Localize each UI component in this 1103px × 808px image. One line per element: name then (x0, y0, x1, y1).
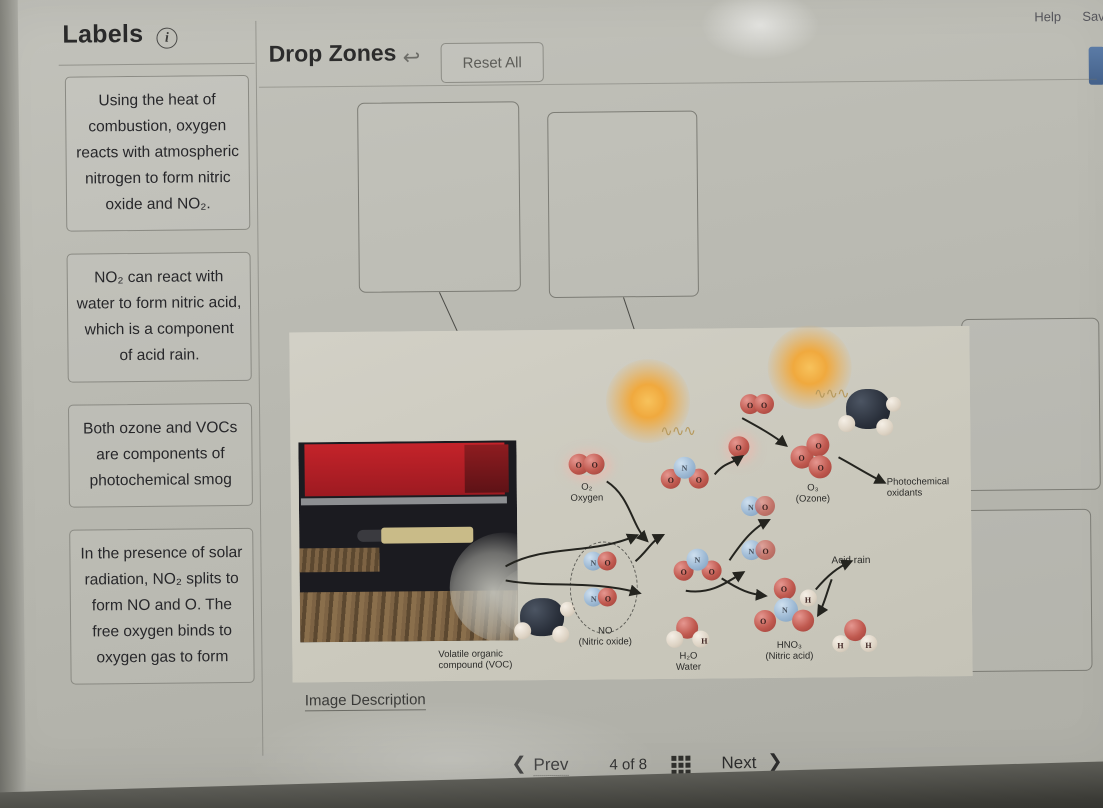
atom-symbol: O (695, 475, 703, 485)
undo-arrow-icon[interactable]: ↩ (403, 46, 427, 69)
atom-symbol: O (735, 443, 742, 453)
drop-zones-title: Drop Zones (268, 39, 397, 67)
atom-symbol: O (680, 567, 687, 577)
atom-symbol: O (667, 475, 675, 485)
molecule-label-voc: Volatile organic compound (VOC) (438, 648, 513, 672)
hydrogen-atom (552, 625, 570, 644)
diagram-figure: ∿∿∿ ∿∿∿ O O O₂ Oxygen O O N O O O O O O … (289, 325, 973, 683)
label-card[interactable]: In the presence of solar radiation, NO₂ … (69, 527, 255, 685)
atom-symbol: O (762, 546, 769, 556)
atom-symbol: O (798, 453, 805, 463)
page-total: 8 (638, 756, 648, 774)
molecule-label-o3: O₃ (Ozone) (795, 482, 831, 505)
atom-symbol: N (694, 555, 701, 565)
molecule-label-hno3: HNO₃ (Nitric acid) (765, 639, 814, 662)
atom-symbol: O (761, 502, 769, 512)
labels-list: Using the heat of combustion, oxygen rea… (59, 74, 262, 767)
help-link[interactable]: Help (1034, 9, 1061, 24)
atom-symbol: O (760, 400, 768, 410)
atom-symbol: O (760, 616, 767, 627)
molecule-label-no: NO (Nitric oxide) (578, 625, 632, 648)
page-current: 4 (609, 756, 618, 774)
radiation-squiggle-icon: ∿∿∿ (813, 385, 849, 403)
drop-zone-4[interactable] (963, 508, 1093, 673)
grid-menu-icon[interactable] (671, 755, 691, 775)
atom-symbol: N (781, 605, 788, 615)
hydrogen-atom (876, 418, 894, 436)
label-card[interactable]: Both ozone and VOCs are components of ph… (67, 402, 253, 508)
atom-symbol: O (708, 567, 715, 577)
save-link[interactable]: Sav (1082, 9, 1103, 24)
info-circle-icon[interactable]: i (156, 27, 178, 49)
atom-symbol: H (865, 640, 872, 650)
divider-dropzones (258, 78, 1097, 88)
label-card[interactable]: Using the heat of combustion, oxygen rea… (64, 74, 251, 232)
hydrogen-atom (514, 622, 532, 640)
page-counter: 4 of 8 (609, 756, 647, 773)
atom-symbol: H (701, 636, 708, 646)
atom-symbol: N (748, 547, 755, 557)
atom-symbol: O (746, 401, 754, 411)
label-card[interactable]: NO₂ can react with water to form nitric … (66, 251, 252, 383)
hydrogen-atom (838, 415, 856, 433)
molecule-label-o2: O₂ Oxygen (570, 481, 604, 504)
photographed-screen: Labels i Drop Zones ↩ Reset All Help Sav… (0, 0, 1103, 808)
drop-zone-3[interactable] (961, 317, 1101, 492)
atom-symbol: O (604, 558, 611, 568)
prev-button[interactable]: Prev (533, 754, 569, 777)
labels-pane-title: Labels (62, 19, 144, 49)
oxygen-atom (791, 609, 815, 632)
image-description-link[interactable]: Image Description (304, 691, 426, 712)
atom-symbol: H (837, 641, 844, 651)
hydrogen-atom (885, 396, 902, 412)
molecule-label-h2o: H₂O Water (675, 650, 702, 673)
atom-symbol: N (747, 503, 754, 513)
atom-symbol: O (780, 584, 788, 594)
label-acid-rain: Acid rain (831, 554, 871, 567)
atom-symbol: N (590, 558, 597, 568)
drop-zone-1[interactable] (357, 101, 521, 293)
atom-symbol: H (804, 595, 812, 605)
atom-symbol: O (817, 463, 824, 473)
label-photochemical-oxidants: Photochemical oxidants (886, 476, 950, 499)
atom-symbol: N (681, 463, 688, 473)
diesel-truck-photo (298, 440, 519, 643)
atom-symbol: O (591, 460, 598, 470)
reset-all-button[interactable]: Reset All (440, 42, 544, 84)
atom-symbol: N (590, 594, 597, 604)
hydrogen-atom (666, 630, 684, 648)
divider-labels (58, 62, 255, 66)
chevron-right-icon[interactable]: ❯ (767, 751, 782, 772)
page-of: of (621, 756, 635, 774)
radiation-squiggle-icon: ∿∿∿ (660, 422, 696, 440)
atom-symbol: O (815, 441, 822, 451)
atom-symbol: O (575, 460, 582, 470)
atom-symbol: O (604, 594, 612, 604)
drop-zone-2[interactable] (547, 110, 699, 299)
chevron-left-icon[interactable]: ❮ (511, 753, 526, 774)
